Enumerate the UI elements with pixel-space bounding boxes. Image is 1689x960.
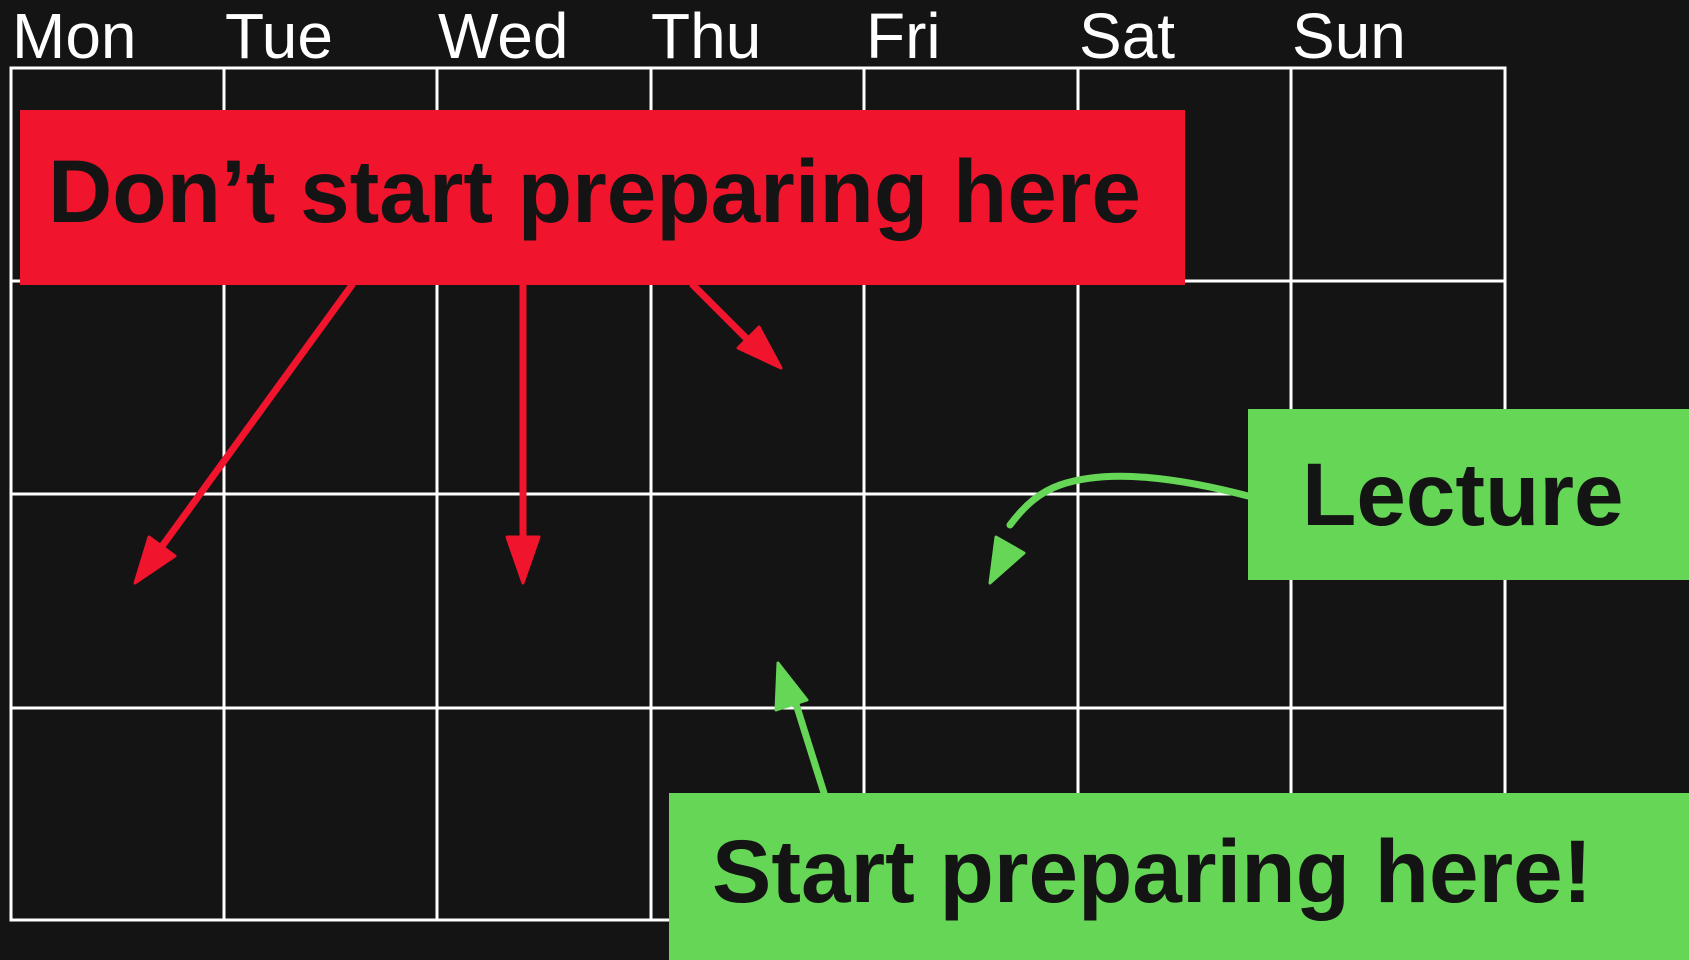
lecture-arrow [988, 472, 1256, 585]
arrow-head-monday [133, 535, 177, 585]
arrow-head-lecture [988, 535, 1026, 585]
day-label-fri: Fri [866, 0, 941, 72]
day-headers: Mon Tue Wed Thu Fri Sat Sun [12, 0, 1406, 72]
arrow-head-start-here [774, 661, 809, 712]
start-here-callout: Start preparing here! [669, 793, 1689, 960]
start-here-label: Start preparing here! [712, 821, 1592, 921]
start-here-arrow [774, 661, 828, 797]
dont-start-arrows [133, 281, 783, 585]
lecture-callout: Lecture [1248, 409, 1689, 580]
day-label-thu: Thu [651, 0, 761, 72]
day-label-tue: Tue [225, 0, 333, 72]
arrow-to-monday [143, 281, 356, 571]
dont-start-callout: Don’t start preparing here [20, 110, 1185, 285]
lecture-arrow-curve [1006, 472, 1256, 529]
day-label-sun: Sun [1292, 0, 1406, 72]
arrow-head-wednesday [505, 535, 541, 585]
day-label-wed: Wed [438, 0, 568, 72]
calendar-diagram: Mon Tue Wed Thu Fri Sat Sun Don’t start … [9, 0, 1689, 960]
lecture-label: Lecture [1302, 444, 1624, 544]
dont-start-label: Don’t start preparing here [48, 141, 1141, 241]
day-label-sat: Sat [1079, 0, 1175, 72]
day-label-mon: Mon [12, 0, 137, 72]
